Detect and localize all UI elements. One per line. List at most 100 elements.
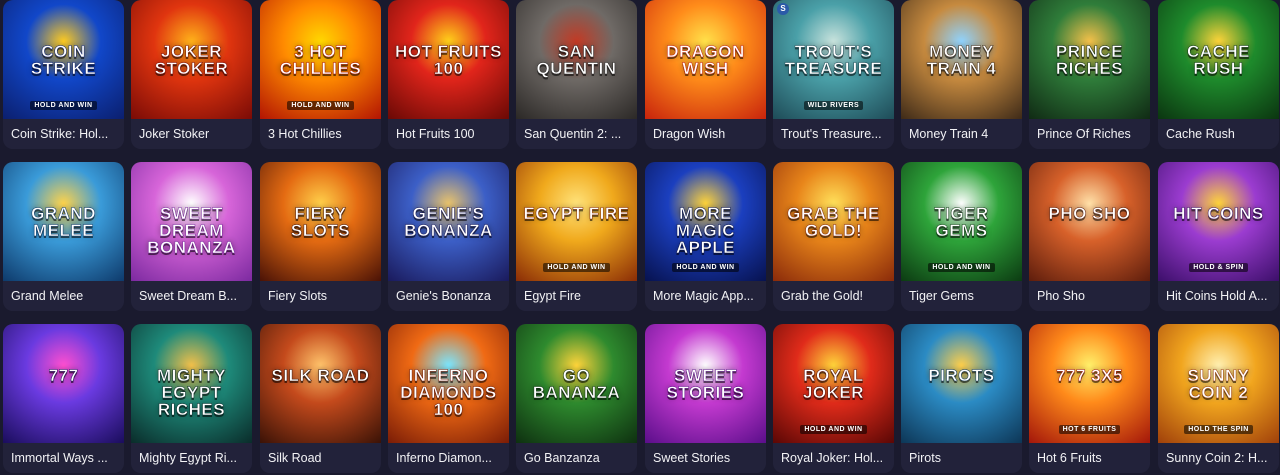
- game-thumbnail[interactable]: MONEY TRAIN 4: [901, 0, 1022, 119]
- game-card[interactable]: HOT FRUITS 100 Hot Fruits 100: [388, 0, 509, 149]
- game-title[interactable]: Hot Fruits 100: [388, 119, 509, 149]
- game-thumbnail[interactable]: SWEET STORIES: [645, 324, 766, 443]
- game-card[interactable]: MIGHTY EGYPT RICHES Mighty Egypt Ri...: [131, 324, 252, 473]
- game-card[interactable]: COIN STRIKE HOLD AND WIN Coin Strike: Hol.…: [3, 0, 124, 149]
- game-card[interactable]: MORE MAGIC APPLE HOLD AND WIN More Magic A…: [645, 162, 766, 311]
- game-title[interactable]: Fiery Slots: [260, 281, 381, 311]
- game-title[interactable]: Grand Melee: [3, 281, 124, 311]
- game-title[interactable]: Sweet Stories: [645, 443, 766, 473]
- game-title[interactable]: Hot 6 Fruits: [1029, 443, 1150, 473]
- game-title[interactable]: Silk Road: [260, 443, 381, 473]
- game-card[interactable]: PIROTS Pirots: [901, 324, 1022, 473]
- game-title[interactable]: Money Train 4: [901, 119, 1022, 149]
- game-thumbnail[interactable]: MIGHTY EGYPT RICHES: [131, 324, 252, 443]
- game-card[interactable]: INFERNO DIAMONDS 100 Inferno Diamon...: [388, 324, 509, 473]
- game-title[interactable]: Pho Sho: [1029, 281, 1150, 311]
- game-card[interactable]: EGYPT FIRE HOLD AND WIN Egypt Fire: [516, 162, 637, 311]
- game-thumbnail[interactable]: SILK ROAD: [260, 324, 381, 443]
- game-thumbnail[interactable]: 3 HOT CHILLIES HOLD AND WIN: [260, 0, 381, 119]
- game-card[interactable]: CACHE RUSH Cache Rush: [1158, 0, 1279, 149]
- game-title[interactable]: Mighty Egypt Ri...: [131, 443, 252, 473]
- game-title[interactable]: Hit Coins Hold A...: [1158, 281, 1279, 311]
- game-card[interactable]: GENIE'S BONANZA Genie's Bonanza: [388, 162, 509, 311]
- game-thumbnail[interactable]: GRAB THE GOLD!: [773, 162, 894, 281]
- game-card[interactable]: SILK ROAD Silk Road: [260, 324, 381, 473]
- game-card[interactable]: PRINCE RICHES Prince Of Riches: [1029, 0, 1150, 149]
- game-thumbnail[interactable]: PIROTS: [901, 324, 1022, 443]
- game-title[interactable]: Joker Stoker: [131, 119, 252, 149]
- game-thumbnail[interactable]: SAN QUENTIN: [516, 0, 637, 119]
- game-title[interactable]: More Magic App...: [645, 281, 766, 311]
- game-thumbnail[interactable]: SUNNY COIN 2 HOLD THE SPIN: [1158, 324, 1279, 443]
- game-thumbnail[interactable]: EGYPT FIRE HOLD AND WIN: [516, 162, 637, 281]
- game-thumbnail[interactable]: MORE MAGIC APPLE HOLD AND WIN: [645, 162, 766, 281]
- game-thumbnail[interactable]: DRAGON WISH: [645, 0, 766, 119]
- game-card[interactable]: DRAGON WISH Dragon Wish: [645, 0, 766, 149]
- game-title[interactable]: Tiger Gems: [901, 281, 1022, 311]
- game-title[interactable]: Inferno Diamon...: [388, 443, 509, 473]
- game-title[interactable]: Prince Of Riches: [1029, 119, 1150, 149]
- game-card[interactable]: GO BANANZA Go Banzanza: [516, 324, 637, 473]
- game-logo-subtitle-text: HOLD AND WIN: [800, 425, 867, 434]
- game-logo-subtitle: HOLD AND WIN: [773, 425, 894, 434]
- game-title[interactable]: Sunny Coin 2: H...: [1158, 443, 1279, 473]
- game-thumbnail[interactable]: INFERNO DIAMONDS 100: [388, 324, 509, 443]
- game-thumbnail[interactable]: TIGER GEMS HOLD AND WIN: [901, 162, 1022, 281]
- game-thumbnail[interactable]: GO BANANZA: [516, 324, 637, 443]
- game-thumbnail[interactable]: JOKER STOKER: [131, 0, 252, 119]
- game-card[interactable]: S TROUT'S TREASURE WILD RIVERS Trout's Trea…: [773, 0, 894, 149]
- game-thumbnail[interactable]: COIN STRIKE HOLD AND WIN: [3, 0, 124, 119]
- game-thumbnail[interactable]: S TROUT'S TREASURE WILD RIVERS: [773, 0, 894, 119]
- game-title[interactable]: Go Banzanza: [516, 443, 637, 473]
- game-thumbnail[interactable]: CACHE RUSH: [1158, 0, 1279, 119]
- game-title[interactable]: Sweet Dream B...: [131, 281, 252, 311]
- game-thumbnail[interactable]: PRINCE RICHES: [1029, 0, 1150, 119]
- game-thumbnail[interactable]: ROYAL JOKER HOLD AND WIN: [773, 324, 894, 443]
- game-card[interactable]: ROYAL JOKER HOLD AND WIN Royal Joker: Hol.…: [773, 324, 894, 473]
- game-logo-text: TIGER GEMS: [934, 203, 989, 240]
- game-title[interactable]: Trout's Treasure...: [773, 119, 894, 149]
- game-card[interactable]: SUNNY COIN 2 HOLD THE SPIN Sunny Coin 2: H…: [1158, 324, 1279, 473]
- game-card[interactable]: MONEY TRAIN 4 Money Train 4: [901, 0, 1022, 149]
- game-thumbnail[interactable]: HOT FRUITS 100: [388, 0, 509, 119]
- game-card[interactable]: 3 HOT CHILLIES HOLD AND WIN 3 Hot Chillies: [260, 0, 381, 149]
- game-card[interactable]: HIT COINS HOLD & SPIN Hit Coins Hold A...: [1158, 162, 1279, 311]
- game-logo-text: MONEY TRAIN 4: [926, 41, 997, 78]
- game-title[interactable]: Immortal Ways ...: [3, 443, 124, 473]
- game-thumbnail[interactable]: 777 3x5 HOT 6 FRUITS: [1029, 324, 1150, 443]
- game-thumbnail[interactable]: SWEET DREAM BONANZA: [131, 162, 252, 281]
- game-title[interactable]: 3 Hot Chillies: [260, 119, 381, 149]
- game-title[interactable]: Grab the Gold!: [773, 281, 894, 311]
- game-title[interactable]: Cache Rush: [1158, 119, 1279, 149]
- game-thumbnail[interactable]: GENIE'S BONANZA: [388, 162, 509, 281]
- game-logo-text: MIGHTY EGYPT RICHES: [156, 365, 227, 419]
- game-thumbnail[interactable]: FIERY SLOTS: [260, 162, 381, 281]
- game-card[interactable]: JOKER STOKER Joker Stoker: [131, 0, 252, 149]
- game-logo-text: 777: [48, 365, 79, 385]
- game-card[interactable]: GRAND MELEE Grand Melee: [3, 162, 124, 311]
- game-title[interactable]: Egypt Fire: [516, 281, 637, 311]
- game-title[interactable]: Coin Strike: Hol...: [3, 119, 124, 149]
- game-card[interactable]: TIGER GEMS HOLD AND WIN Tiger Gems: [901, 162, 1022, 311]
- game-logo-text: PRINCE RICHES: [1055, 41, 1124, 78]
- game-card[interactable]: GRAB THE GOLD! Grab the Gold!: [773, 162, 894, 311]
- game-title[interactable]: Genie's Bonanza: [388, 281, 509, 311]
- game-thumbnail[interactable]: PHO SHO: [1029, 162, 1150, 281]
- game-card[interactable]: PHO SHO Pho Sho: [1029, 162, 1150, 311]
- game-logo-text: FIERY SLOTS: [290, 203, 351, 240]
- game-thumbnail[interactable]: 777: [3, 324, 124, 443]
- game-card[interactable]: SWEET DREAM BONANZA Sweet Dream B...: [131, 162, 252, 311]
- game-thumbnail[interactable]: HIT COINS HOLD & SPIN: [1158, 162, 1279, 281]
- game-logo-text: PIROTS: [928, 365, 995, 385]
- game-logo-text: SILK ROAD: [271, 365, 370, 385]
- game-title[interactable]: Dragon Wish: [645, 119, 766, 149]
- game-title[interactable]: Pirots: [901, 443, 1022, 473]
- game-card[interactable]: SWEET STORIES Sweet Stories: [645, 324, 766, 473]
- game-card[interactable]: 777 Immortal Ways ...: [3, 324, 124, 473]
- game-card[interactable]: SAN QUENTIN San Quentin 2: ...: [516, 0, 637, 149]
- game-card[interactable]: FIERY SLOTS Fiery Slots: [260, 162, 381, 311]
- game-card[interactable]: 777 3x5 HOT 6 FRUITS Hot 6 Fruits: [1029, 324, 1150, 473]
- game-thumbnail[interactable]: GRAND MELEE: [3, 162, 124, 281]
- game-title[interactable]: Royal Joker: Hol...: [773, 443, 894, 473]
- game-title[interactable]: San Quentin 2: ...: [516, 119, 637, 149]
